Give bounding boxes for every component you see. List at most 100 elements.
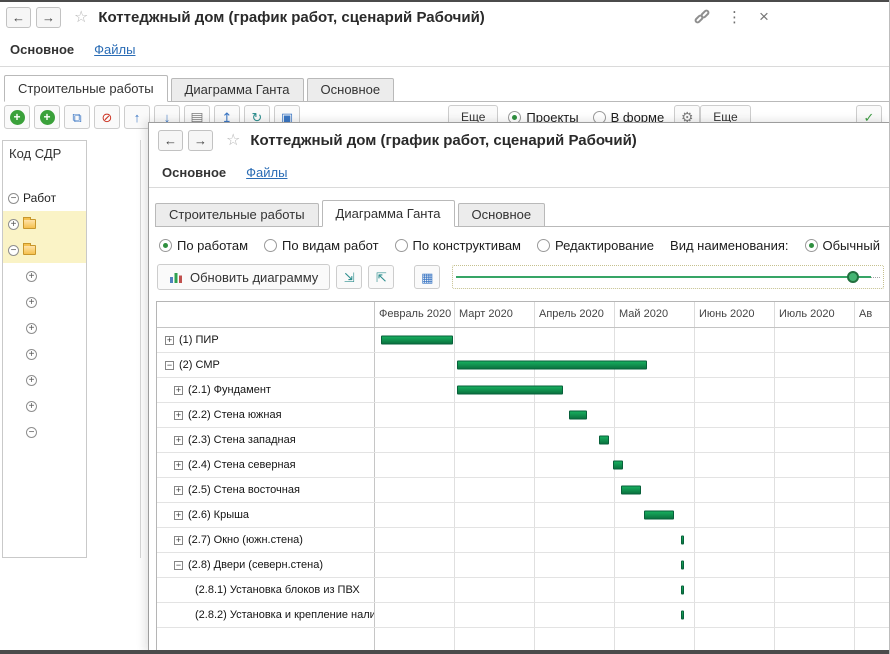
gantt-chart: Февраль 2020 Март 2020 Апрель 2020 Май 2020… bbox=[156, 301, 890, 654]
task-bar[interactable] bbox=[680, 535, 684, 545]
section-main[interactable]: Основное bbox=[162, 165, 226, 180]
link-icon[interactable] bbox=[693, 8, 711, 25]
favorite-star-icon[interactable]: ☆ bbox=[226, 130, 240, 150]
add-copy-button[interactable]: + bbox=[34, 105, 60, 129]
expand-icon[interactable]: + bbox=[26, 322, 37, 334]
expand-icon[interactable]: + bbox=[174, 510, 183, 520]
gantt-row[interactable]: + (2.5) Стена восточная bbox=[157, 478, 890, 503]
gantt-row[interactable]: − (2) СМР bbox=[157, 353, 890, 378]
expand-levels-icon: ⇲ bbox=[343, 269, 355, 285]
gantt-row[interactable]: (2.8.1) Установка блоков из ПВХ bbox=[157, 578, 890, 603]
expand-icon[interactable]: + bbox=[26, 348, 37, 360]
task-bar[interactable] bbox=[457, 385, 563, 395]
gantt-row[interactable]: + (1) ПИР bbox=[157, 328, 890, 353]
gantt-row[interactable]: (2.8.2) Установка и крепление наличников bbox=[157, 603, 890, 628]
gantt-row[interactable]: + (2.2) Стена южная bbox=[157, 403, 890, 428]
collapse-icon[interactable]: − bbox=[26, 426, 37, 438]
task-label: (2.8.1) Установка блоков из ПВХ bbox=[195, 584, 360, 596]
tree-item[interactable]: + bbox=[3, 211, 86, 237]
task-bar[interactable] bbox=[680, 585, 684, 595]
radio-option[interactable]: Редактирование bbox=[537, 238, 654, 253]
grid-settings-button[interactable]: ▦ bbox=[414, 265, 441, 289]
tree-item[interactable]: + bbox=[3, 367, 86, 393]
task-bar[interactable] bbox=[457, 360, 647, 370]
gantt-row[interactable]: + (2.3) Стена западная bbox=[157, 428, 890, 453]
task-bar[interactable] bbox=[612, 460, 623, 470]
radio-option[interactable]: По конструктивам bbox=[394, 238, 521, 253]
back-button[interactable]: ← bbox=[6, 6, 31, 28]
task-bar[interactable] bbox=[680, 610, 684, 620]
task-timeline bbox=[375, 603, 890, 627]
gantt-row[interactable]: + (2.4) Стена северная bbox=[157, 453, 890, 478]
task-bar[interactable] bbox=[381, 335, 453, 345]
section-main[interactable]: Основное bbox=[10, 42, 74, 57]
task-label: (2.1) Фундамент bbox=[188, 384, 271, 396]
task-bar[interactable] bbox=[680, 560, 684, 570]
expand-icon[interactable]: + bbox=[174, 460, 183, 470]
task-bar[interactable] bbox=[599, 435, 610, 445]
section-files-link[interactable]: Файлы bbox=[246, 165, 287, 180]
tree-item[interactable]: + bbox=[3, 263, 86, 289]
radio-option[interactable]: По видам работ bbox=[264, 238, 379, 253]
close-icon[interactable]: × bbox=[759, 7, 769, 27]
window-frame-top bbox=[0, 0, 890, 2]
favorite-star-icon[interactable]: ☆ bbox=[74, 7, 88, 27]
add-icon: + bbox=[9, 109, 25, 125]
delete-mark-button[interactable]: ⊘ bbox=[94, 105, 120, 129]
kebab-menu-icon[interactable]: ⋮ bbox=[727, 8, 742, 26]
copy-button[interactable]: ⧉ bbox=[64, 105, 90, 129]
expand-icon[interactable]: + bbox=[26, 374, 37, 386]
expand-icon[interactable]: + bbox=[174, 435, 183, 445]
collapse-icon[interactable]: − bbox=[8, 192, 19, 204]
collapse-icon[interactable]: − bbox=[174, 560, 183, 570]
tab[interactable]: Строительные работы bbox=[4, 75, 168, 102]
tree-item[interactable]: + bbox=[3, 341, 86, 367]
expand-icon[interactable]: + bbox=[174, 385, 183, 395]
expand-icon[interactable]: + bbox=[165, 335, 174, 345]
gantt-row[interactable]: + (2.1) Фундамент bbox=[157, 378, 890, 403]
slider-fill bbox=[456, 276, 871, 278]
tab[interactable]: Строительные работы bbox=[155, 203, 319, 227]
tab[interactable]: Основное bbox=[306, 78, 395, 102]
tree-item[interactable]: − Работ bbox=[3, 185, 86, 211]
expand-icon[interactable]: + bbox=[8, 218, 19, 230]
expand-icon[interactable]: + bbox=[26, 400, 37, 412]
gantt-row[interactable]: − (2.8) Двери (северн.стена) bbox=[157, 553, 890, 578]
forward-button[interactable]: → bbox=[36, 6, 61, 28]
expand-levels-button[interactable]: ⇲ bbox=[336, 265, 363, 289]
tree-item[interactable]: − bbox=[3, 237, 86, 263]
task-bar[interactable] bbox=[643, 510, 675, 520]
expand-icon[interactable]: + bbox=[26, 270, 37, 282]
move-up-button[interactable]: ↑ bbox=[124, 105, 150, 129]
expand-icon[interactable]: + bbox=[26, 296, 37, 308]
task-label-cell: + (2.1) Фундамент bbox=[157, 378, 375, 402]
refresh-diagram-button[interactable]: Обновить диаграмму bbox=[157, 264, 331, 290]
radio-option[interactable]: Обычный bbox=[804, 238, 880, 253]
zoom-slider[interactable] bbox=[452, 265, 884, 289]
expand-icon[interactable]: + bbox=[174, 485, 183, 495]
collapse-icon[interactable]: − bbox=[165, 360, 174, 370]
expand-icon[interactable]: + bbox=[174, 535, 183, 545]
tab[interactable]: Диаграмма Ганта bbox=[170, 78, 304, 102]
add-button[interactable]: + bbox=[4, 105, 30, 129]
task-bar[interactable] bbox=[568, 410, 587, 420]
section-files-link[interactable]: Файлы bbox=[94, 42, 135, 57]
task-bar[interactable] bbox=[621, 485, 642, 495]
expand-icon[interactable]: + bbox=[174, 410, 183, 420]
gantt-row[interactable]: + (2.7) Окно (южн.стена) bbox=[157, 528, 890, 553]
collapse-levels-button[interactable]: ⇱ bbox=[368, 265, 395, 289]
gantt-row[interactable]: + (2.6) Крыша bbox=[157, 503, 890, 528]
tab[interactable]: Основное bbox=[457, 203, 546, 227]
tree-item[interactable]: − bbox=[3, 419, 86, 445]
back-button[interactable]: ← bbox=[158, 129, 183, 151]
tree-item[interactable]: + bbox=[3, 393, 86, 419]
collapse-icon[interactable]: − bbox=[8, 244, 19, 256]
forward-button[interactable]: → bbox=[188, 129, 213, 151]
slider-handle[interactable] bbox=[846, 271, 859, 283]
tab[interactable]: Диаграмма Ганта bbox=[321, 200, 455, 227]
tree-item[interactable]: + bbox=[3, 289, 86, 315]
view-options-row: По работам По видам работ По конструктивам… bbox=[159, 231, 886, 259]
task-timeline bbox=[375, 353, 890, 377]
radio-option[interactable]: По работам bbox=[159, 238, 248, 253]
tree-item[interactable]: + bbox=[3, 315, 86, 341]
